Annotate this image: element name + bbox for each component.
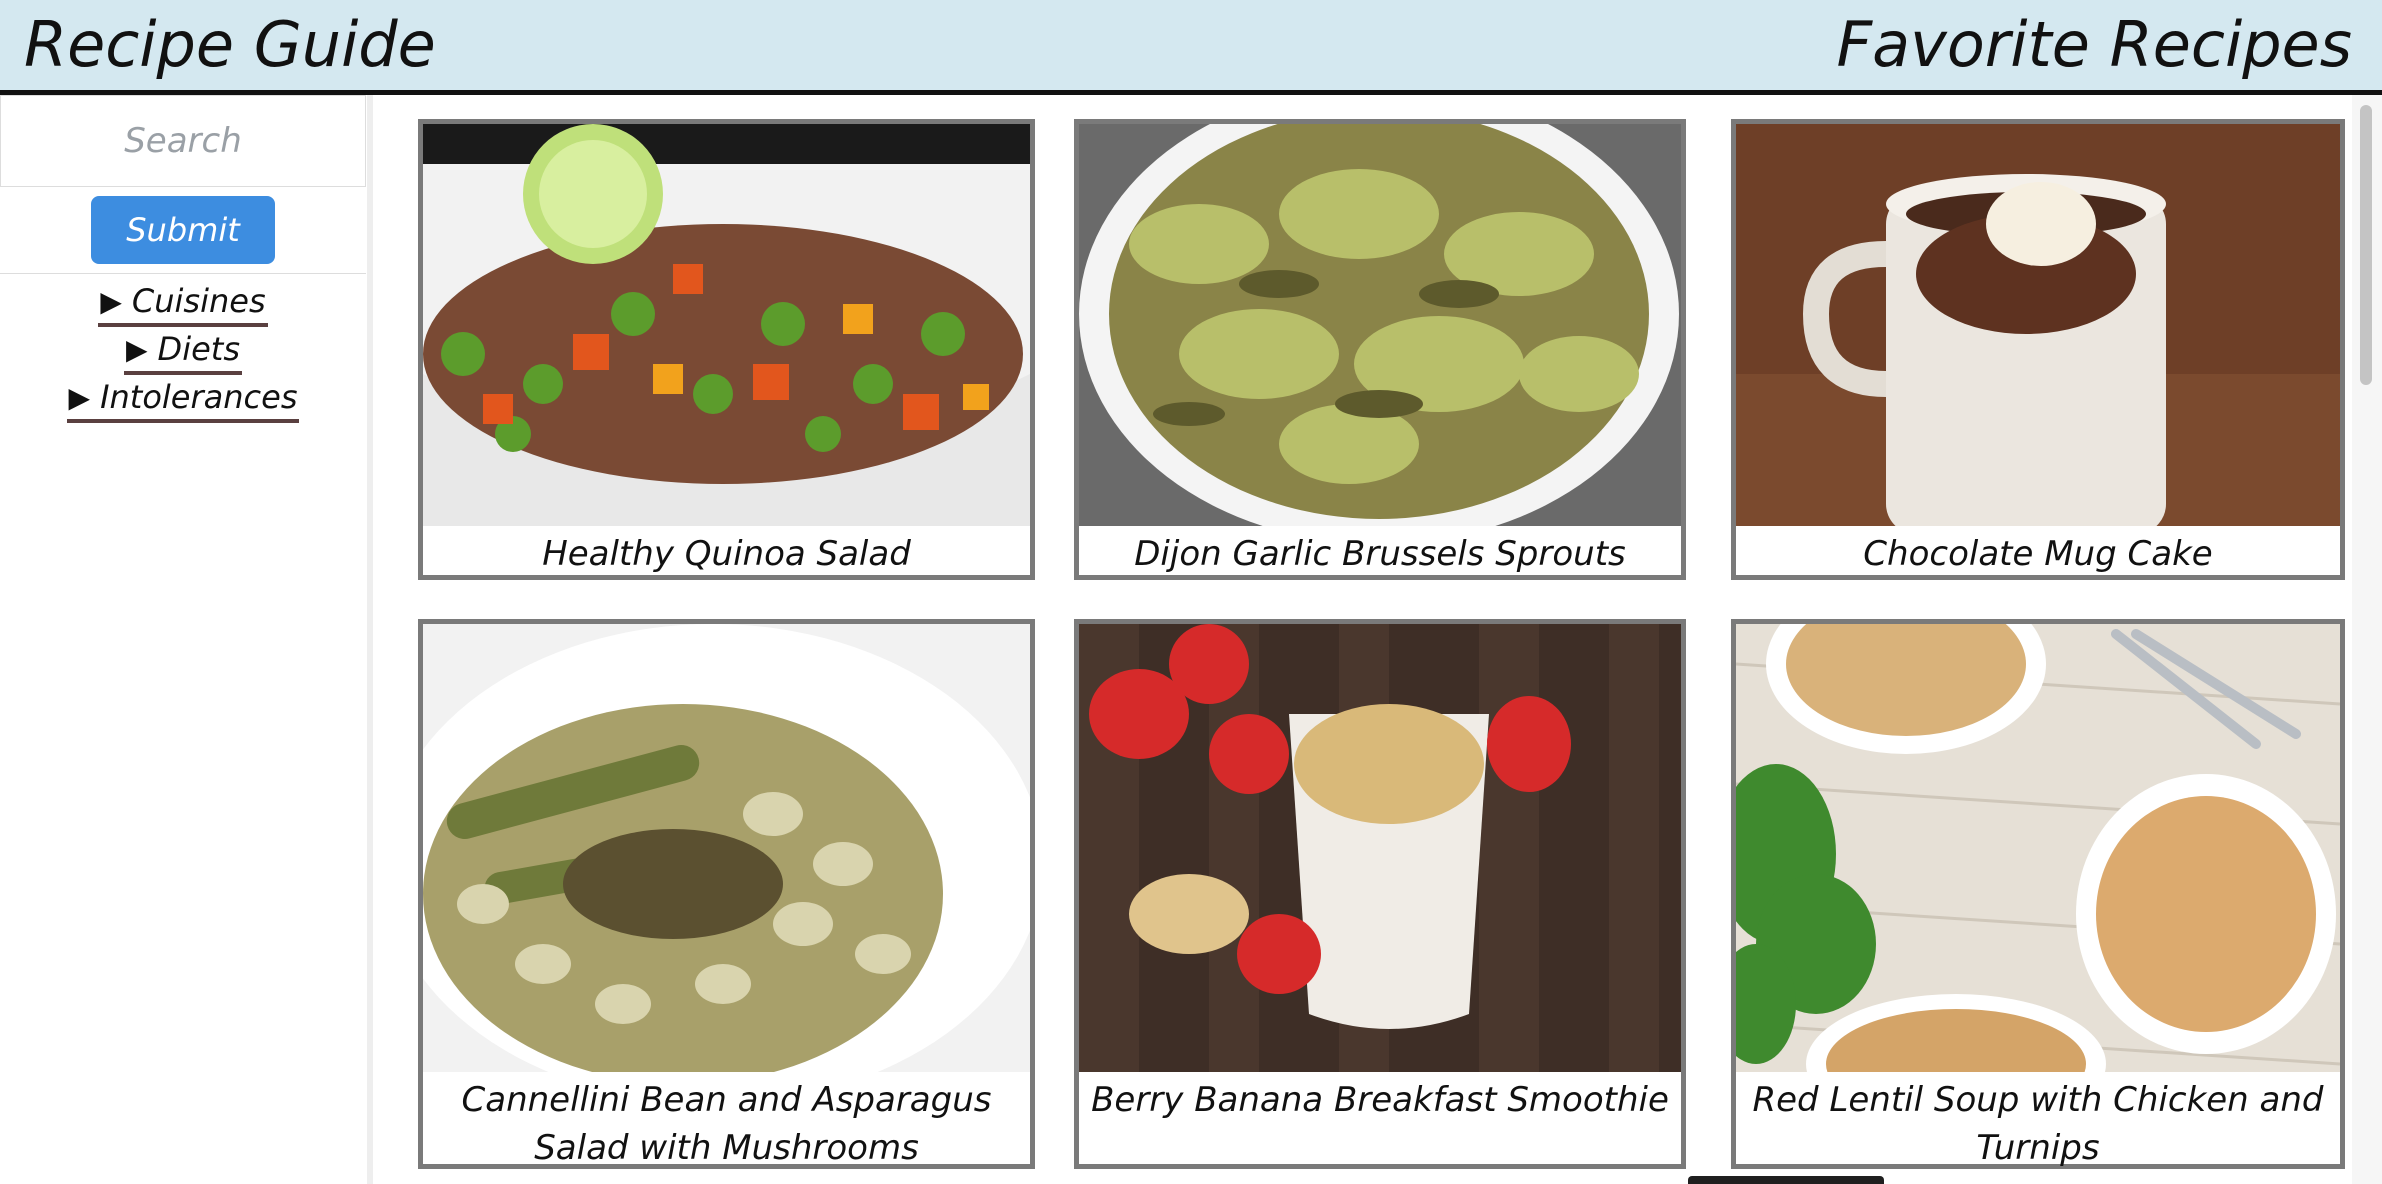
filter-label: Intolerances [100,378,298,416]
brussels-sprouts-photo[interactable] [1079,124,1681,526]
sidebar: Submit ▶ Cuisines ▶ Diets ▶ Intolerances [0,95,370,1184]
recipe-card[interactable]: Cannellini Bean and Asparagus Salad with… [418,619,1035,1169]
smoothie-image [1079,624,1681,1072]
filter-toggle[interactable]: ▶ Intolerances [66,377,300,423]
brussels-sprouts-image [1079,124,1681,526]
recipe-guide-page: Recipe Guide Favorite Recipes Submit ▶ C… [0,0,2382,1184]
triangle-right-icon: ▶ [68,380,91,414]
vertical-scrollbar[interactable] [2352,95,2382,1184]
filter-label: Cuisines [131,282,266,320]
recipe-title[interactable]: Healthy Quinoa Salad [423,530,1030,578]
filter-list: ▶ Cuisines ▶ Diets ▶ Intolerances [0,281,366,425]
bean-asparagus-image [423,624,1030,1072]
quinoa-salad-image [423,124,1030,526]
top-header: Recipe Guide Favorite Recipes [0,0,2382,95]
mug-cake-photo[interactable] [1736,124,2340,526]
recipe-title[interactable]: Cannellini Bean and Asparagus Salad with… [423,1076,1030,1172]
triangle-right-icon: ▶ [126,332,148,366]
filter-toggle[interactable]: ▶ Diets [124,329,242,375]
recipe-title[interactable]: Berry Banana Breakfast Smoothie [1079,1076,1681,1124]
recipe-card[interactable]: Chocolate Mug Cake [1731,119,2345,580]
search-box [0,95,366,187]
filter-intolerances[interactable]: ▶ Intolerances [0,377,366,425]
recipe-card[interactable]: Berry Banana Breakfast Smoothie [1074,619,1686,1169]
recipe-title[interactable]: Red Lentil Soup with Chicken and Turnips [1736,1076,2340,1172]
filter-toggle[interactable]: ▶ Cuisines [98,281,268,327]
filter-label: Diets [157,330,240,368]
recipe-card[interactable]: Healthy Quinoa Salad [418,119,1035,580]
scrollbar-thumb[interactable] [2360,105,2372,385]
submit-row: Submit [0,187,366,274]
recipe-card[interactable]: Red Lentil Soup with Chicken and Turnips [1731,619,2345,1169]
recipe-card[interactable]: Dijon Garlic Brussels Sprouts [1074,119,1686,580]
lentil-soup-image [1736,624,2340,1072]
submit-button[interactable]: Submit [91,196,275,264]
triangle-right-icon: ▶ [100,284,122,318]
recipe-title[interactable]: Chocolate Mug Cake [1736,530,2340,578]
lentil-soup-photo[interactable] [1736,624,2340,1072]
filter-cuisines[interactable]: ▶ Cuisines [0,281,366,329]
app-title: Recipe Guide [24,8,436,81]
quinoa-salad-photo[interactable] [423,124,1030,526]
filter-diets[interactable]: ▶ Diets [0,329,366,377]
mug-cake-image [1736,124,2340,526]
bottom-edge-tab [1688,1176,1884,1184]
recipe-grid: Healthy Quinoa Salad Dijon Garlic Brusse… [373,95,2352,1184]
search-input[interactable] [31,120,335,162]
section-title: Favorite Recipes [1836,8,2353,81]
smoothie-photo[interactable] [1079,624,1681,1072]
recipe-title[interactable]: Dijon Garlic Brussels Sprouts [1079,530,1681,578]
bean-asparagus-photo[interactable] [423,624,1030,1072]
